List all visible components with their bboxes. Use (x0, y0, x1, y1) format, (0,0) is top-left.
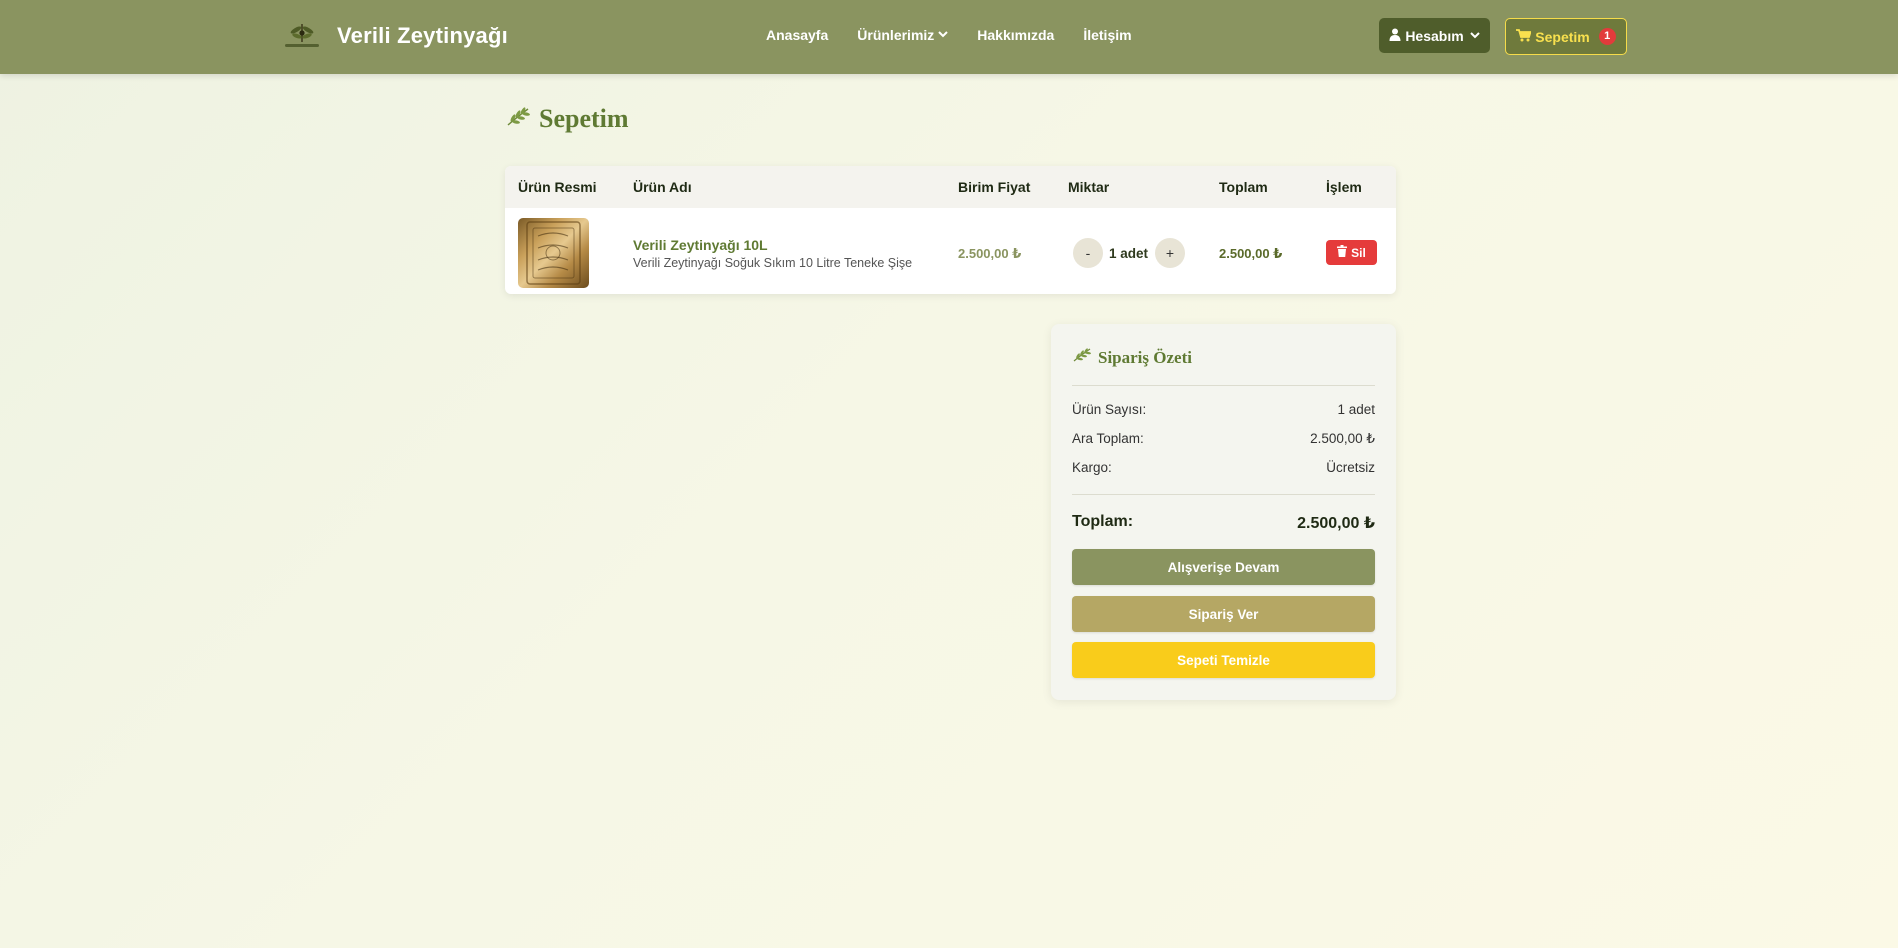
quantity-increase-button[interactable]: + (1155, 238, 1185, 268)
cart-count-badge: 1 (1598, 28, 1616, 45)
summary-title: Sipariş Özeti (1072, 347, 1192, 368)
quantity-value: 1 adet (1109, 246, 1149, 261)
chevron-down-icon (938, 29, 948, 41)
chevron-down-icon (1469, 30, 1480, 42)
column-header: Toplam (1219, 179, 1268, 195)
nav-products[interactable]: Ürünlerimiz (857, 27, 948, 43)
nav-about[interactable]: Hakkımızda (977, 27, 1054, 43)
column-header: Miktar (1068, 179, 1110, 195)
summary-shipping: Kargo: Ücretsiz (1072, 460, 1375, 475)
nav-contact[interactable]: İletişim (1083, 27, 1131, 43)
continue-shopping-button[interactable]: Alışverişe Devam (1072, 549, 1375, 585)
product-name[interactable]: Verili Zeytinyağı 10L (633, 237, 768, 253)
delete-label: Sil (1351, 245, 1366, 260)
user-icon (1389, 28, 1401, 44)
total-label: Toplam: (1072, 513, 1134, 530)
shipping-label: Kargo: (1072, 460, 1112, 475)
nav-products-label: Ürünlerimiz (857, 27, 935, 43)
summary-item-count: Ürün Sayısı: 1 adet (1072, 402, 1375, 417)
cart-button[interactable]: Sepetim 1 (1505, 18, 1627, 55)
column-header: Ürün Resmi (518, 179, 597, 195)
shopping-cart-icon (1516, 28, 1532, 45)
quantity-decrease-button[interactable]: - (1073, 238, 1103, 268)
item-count-label: Ürün Sayısı: (1072, 402, 1147, 417)
place-order-button[interactable]: Sipariş Ver (1072, 596, 1375, 632)
order-summary: Sipariş Özeti Ürün Sayısı: 1 adet Ara To… (1051, 324, 1396, 700)
summary-total: Toplam: 2.500,00 ₺ (1072, 513, 1375, 533)
cart-label: Sepetim (1535, 28, 1590, 45)
delete-item-button[interactable]: Sil (1326, 240, 1377, 265)
brand[interactable]: Verili Zeytinyağı (281, 20, 508, 52)
row-total: 2.500,00 ₺ (1219, 246, 1283, 261)
account-button[interactable]: Hesabım (1379, 18, 1490, 53)
cart-table: Ürün Resmi Ürün Adı Birim Fiyat Miktar T… (505, 166, 1396, 294)
product-description: Verili Zeytinyağı Soğuk Sıkım 10 Litre T… (633, 256, 913, 270)
table-row: Verili Zeytinyağı 10L Verili Zeytinyağı … (505, 208, 1396, 294)
column-header: Ürün Adı (633, 179, 692, 195)
trash-icon (1337, 245, 1348, 260)
subtotal-value: 2.500,00 ₺ (1310, 431, 1375, 446)
summary-title-text: Sipariş Özeti (1098, 347, 1192, 367)
page-title-text: Sepetim (539, 104, 629, 133)
main-nav: Anasayfa Ürünlerimiz Hakkımızda İletişim (766, 27, 1161, 43)
subtotal-label: Ara Toplam: (1072, 431, 1144, 446)
column-header: Birim Fiyat (958, 179, 1031, 195)
brand-name: Verili Zeytinyağı (337, 23, 508, 48)
navbar: Verili Zeytinyağı Anasayfa Ürünlerimiz H… (0, 0, 1898, 74)
divider (1072, 494, 1375, 495)
product-image (518, 218, 589, 288)
olive-branch-icon (505, 106, 531, 133)
account-label: Hesabım (1405, 27, 1464, 44)
divider (1072, 385, 1375, 386)
summary-subtotal: Ara Toplam: 2.500,00 ₺ (1072, 431, 1375, 447)
item-count-value: 1 adet (1337, 402, 1375, 417)
shipping-value: Ücretsiz (1326, 460, 1375, 475)
nav-home[interactable]: Anasayfa (766, 27, 828, 43)
total-value: 2.500,00 ₺ (1297, 515, 1375, 532)
olive-logo-icon (281, 20, 323, 52)
olive-branch-icon (1072, 347, 1092, 368)
table-header: Ürün Resmi Ürün Adı Birim Fiyat Miktar T… (505, 166, 1396, 208)
column-header: İşlem (1326, 179, 1362, 195)
page-title: Sepetim (505, 104, 629, 134)
unit-price: 2.500,00 ₺ (958, 246, 1022, 261)
clear-cart-button[interactable]: Sepeti Temizle (1072, 642, 1375, 678)
